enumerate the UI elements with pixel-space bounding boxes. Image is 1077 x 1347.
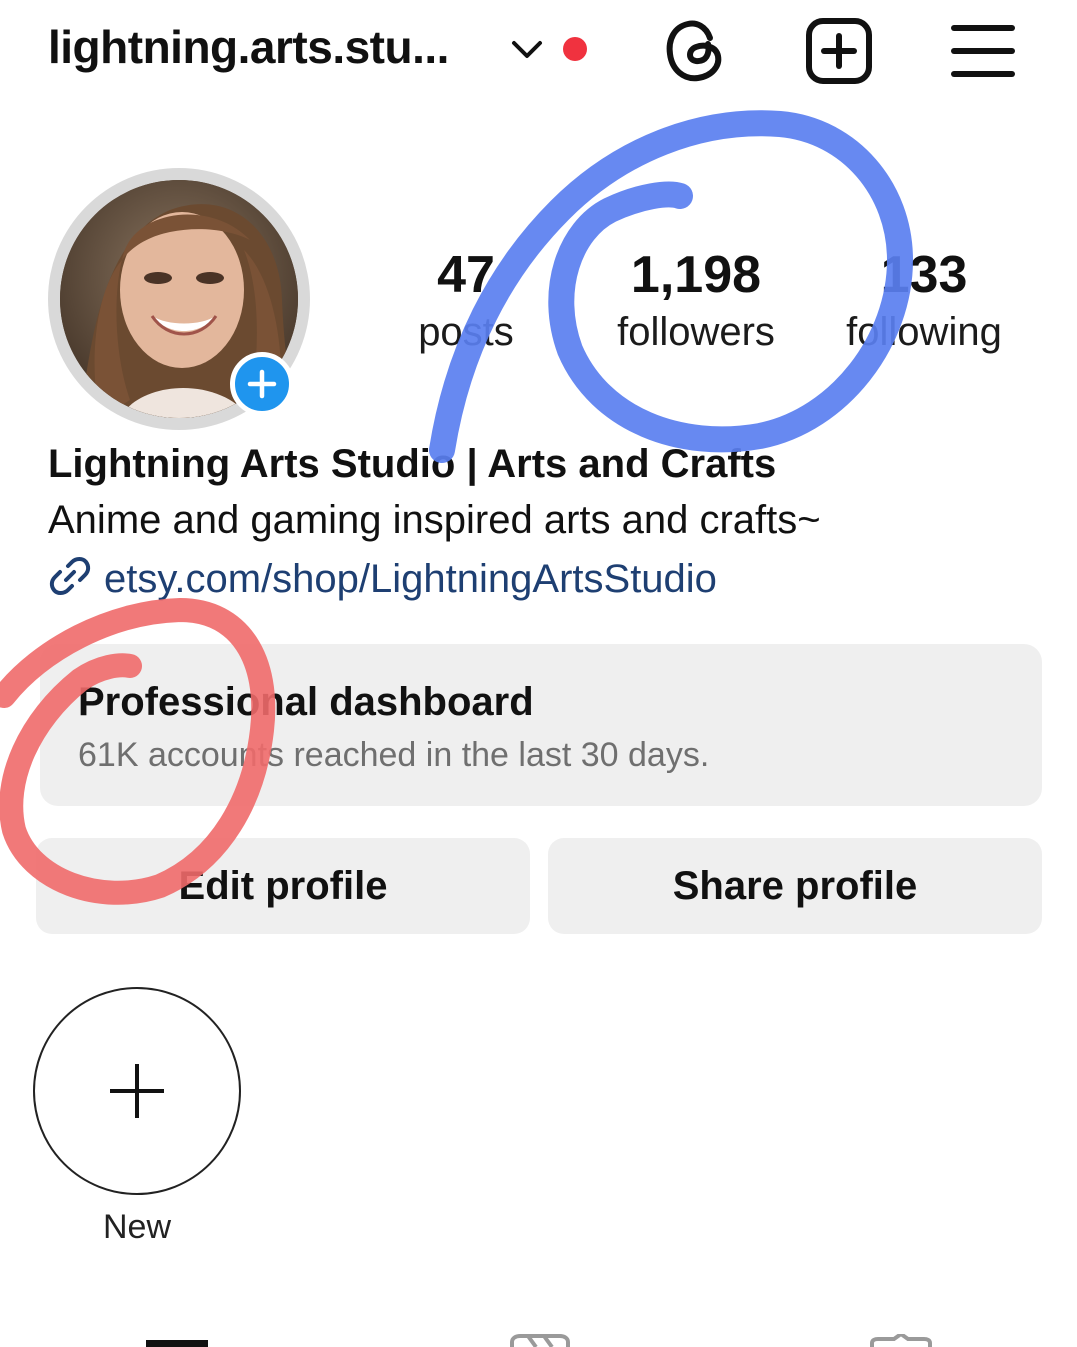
- share-profile-button[interactable]: Share profile: [548, 838, 1042, 934]
- professional-dashboard-card[interactable]: [40, 644, 1042, 806]
- dashboard-title: Professional dashboard: [78, 680, 534, 724]
- chevron-down-icon[interactable]: [508, 34, 546, 64]
- edit-profile-button[interactable]: Edit profile: [36, 838, 530, 934]
- plus-icon: [110, 1064, 164, 1118]
- new-highlight-label: New: [102, 1208, 172, 1246]
- followers-count: 1,198: [630, 246, 762, 304]
- posts-count: 47: [437, 246, 495, 304]
- new-post-icon[interactable]: [804, 16, 874, 86]
- dashboard-subtitle: 61K accounts reached in the last 30 days…: [78, 736, 710, 774]
- followers-label: followers: [617, 310, 775, 354]
- stat-posts[interactable]: 47 posts: [366, 244, 566, 358]
- threads-icon[interactable]: [662, 16, 728, 86]
- menu-icon[interactable]: [950, 18, 1016, 84]
- stat-followers[interactable]: 1,198 followers: [596, 244, 796, 358]
- link-icon: [49, 557, 91, 595]
- reels-tab-icon[interactable]: [508, 1334, 572, 1347]
- stat-following[interactable]: 133 following: [824, 244, 1024, 358]
- grid-tab-icon[interactable]: [146, 1340, 208, 1347]
- add-story-icon[interactable]: [230, 352, 294, 416]
- notification-dot: [563, 37, 587, 61]
- profile-link-text: etsy.com/shop/LightningArtsStudio: [104, 557, 717, 601]
- tagged-tab-icon[interactable]: [868, 1334, 934, 1347]
- profile-link[interactable]: etsy.com/shop/LightningArtsStudio: [48, 554, 717, 602]
- posts-label: posts: [418, 310, 514, 354]
- following-label: following: [846, 310, 1002, 354]
- profile-display-name: Lightning Arts Studio | Arts and Crafts: [48, 442, 777, 486]
- profile-bio: Anime and gaming inspired arts and craft…: [48, 498, 821, 542]
- account-switcher-username[interactable]: lightning.arts.stu...: [48, 20, 449, 74]
- following-count: 133: [880, 246, 968, 304]
